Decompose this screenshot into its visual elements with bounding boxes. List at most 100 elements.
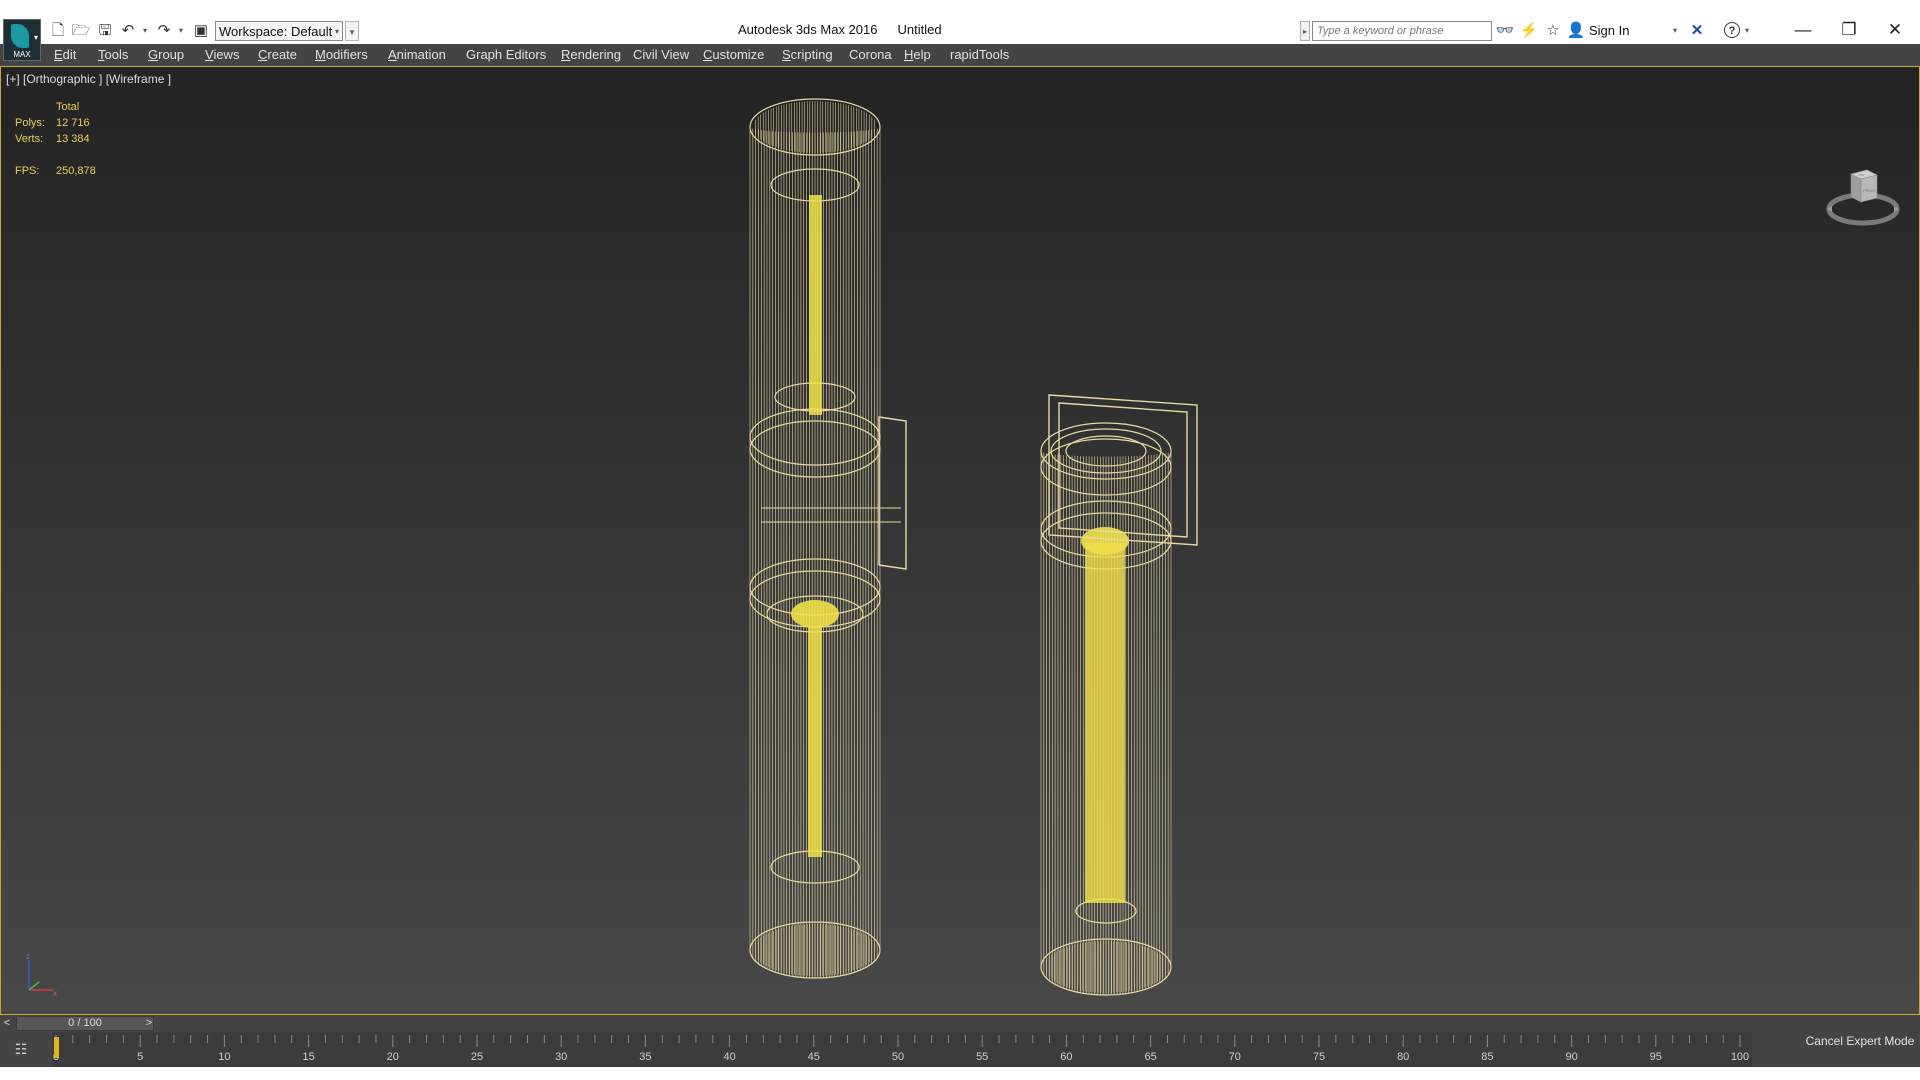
timeline-tick-label: 60 (1060, 1051, 1072, 1063)
timeline-tick-label: 10 (218, 1051, 230, 1063)
save-icon[interactable]: 🖫 (95, 21, 115, 41)
application-menu-button[interactable]: ▾ MAX (3, 19, 41, 61)
undo-dropdown-icon[interactable]: ▾ (140, 21, 150, 41)
max-logo-icon (11, 24, 29, 48)
menu-views[interactable]: Views (205, 44, 239, 66)
sign-in-link[interactable]: Sign In (1589, 21, 1629, 41)
stats-polys-label: Polys: (15, 117, 45, 129)
timeline-tick-label: 75 (1313, 1051, 1325, 1063)
status-strip (0, 1067, 1920, 1080)
document-title: Untitled (897, 22, 942, 37)
timeline-tick-label: 95 (1650, 1051, 1662, 1063)
minimize-button[interactable]: — (1780, 14, 1826, 46)
scene-wireframe (749, 98, 1198, 996)
chevron-down-icon: ▾ (33, 33, 38, 42)
close-button[interactable]: ✕ (1872, 14, 1918, 46)
project-folder-icon[interactable]: ▣ (191, 21, 211, 41)
undo-icon[interactable]: ↶ (118, 21, 138, 41)
left-bulb-upper (809, 195, 822, 415)
menu-help[interactable]: Help (904, 44, 931, 66)
timeline-tick-label: 70 (1229, 1051, 1241, 1063)
new-file-icon[interactable]: 🗋 (48, 21, 68, 41)
menu-group[interactable]: Group (148, 44, 184, 66)
redo-icon[interactable]: ↷ (154, 21, 174, 41)
viewcube-icon[interactable]: TOP FRONT (1823, 162, 1903, 232)
stats-fps-label: FPS: (15, 165, 40, 177)
menu-scripting[interactable]: Scripting (782, 44, 833, 66)
axis-z-label: z (26, 952, 30, 961)
help-icon[interactable]: ? (1724, 22, 1740, 38)
help-dropdown-icon[interactable]: ▾ (1742, 21, 1752, 41)
viewcube-front-label: FRONT (1863, 188, 1877, 193)
track-bar: ☷ 05101520253035404550556065707580859095… (0, 1032, 1920, 1067)
user-icon: 👤 (1566, 22, 1586, 39)
viewport-label[interactable]: [+] [Orthographic ] [Wireframe ] (6, 72, 171, 86)
perspective-viewport[interactable]: [+] [Orthographic ] [Wireframe ] Total P… (0, 66, 1920, 1015)
open-icon[interactable]: 🗁 (71, 21, 91, 41)
max-logo-label: MAX (13, 50, 31, 59)
timeline-tick-label: 50 (892, 1051, 904, 1063)
stats-verts-value: 13 384 (56, 133, 90, 145)
app-name: Autodesk 3ds Max 2016 (738, 22, 878, 37)
mini-curve-editor-icon[interactable]: ☷ (10, 1039, 32, 1059)
menu-civil-view[interactable]: Civil View (633, 44, 689, 66)
timeline-tick-label: 35 (639, 1051, 651, 1063)
binoculars-icon[interactable]: 👓 (1495, 21, 1515, 41)
timeline-tick-label: 25 (471, 1051, 483, 1063)
exchange-icon[interactable]: ✕ (1687, 21, 1707, 41)
menu-corona[interactable]: Corona (849, 44, 892, 66)
search-expand-button[interactable]: ▸ (1300, 21, 1310, 41)
sign-in-dropdown-icon[interactable]: ▾ (1670, 21, 1680, 41)
stats-fps-value: 250,878 (56, 165, 96, 177)
timeline-tick-label: 80 (1397, 1051, 1409, 1063)
menu-rapidtools[interactable]: rapidTools (950, 44, 1009, 66)
timeline-tick-label: 85 (1481, 1051, 1493, 1063)
menu-edit[interactable]: Edit (54, 44, 76, 66)
previous-frame-button[interactable]: < (0, 1015, 14, 1032)
axis-x-label: x (53, 989, 57, 997)
menu-rendering[interactable]: Rendering (561, 44, 621, 66)
workspace-label: Workspace: Default (219, 24, 333, 39)
next-frame-button[interactable]: > (142, 1015, 156, 1032)
current-frame-marker[interactable] (54, 1037, 59, 1058)
community-icon[interactable]: ⚡ (1519, 21, 1539, 41)
timeline-tick-label: 15 (302, 1051, 314, 1063)
timeline-tick-label: 5 (137, 1051, 143, 1063)
workspace-dropdown[interactable]: Workspace: Default ▾ (215, 21, 343, 41)
left-wall-bracket (878, 416, 907, 570)
redo-dropdown-icon[interactable]: ▾ (176, 21, 186, 41)
menu-bar: Edit Tools Group Views Create Modifiers Animat… (0, 44, 1920, 67)
timeline-tick-label: 65 (1144, 1051, 1156, 1063)
stats-polys-value: 12 716 (56, 117, 90, 129)
axis-tripod-icon: z x (26, 952, 57, 997)
cancel-expert-mode-button[interactable]: Cancel Expert Mode (1800, 1015, 1920, 1067)
timeline-ticks: 0510152025303540455055606570758085909510… (53, 1035, 1749, 1063)
menu-modifiers[interactable]: Modifiers (315, 44, 368, 66)
time-slider[interactable]: < 0 / 100 > (0, 1015, 1800, 1032)
stats-verts-label: Verts: (15, 133, 44, 145)
track-bar-timeline[interactable]: 0510152025303540455055606570758085909510… (52, 1032, 1752, 1067)
viewcube-top-label: TOP (1858, 173, 1864, 177)
menu-graph-editors[interactable]: Graph Editors (466, 44, 546, 66)
time-slider-thumb[interactable]: 0 / 100 (16, 1016, 154, 1031)
menu-create[interactable]: Create (258, 44, 297, 66)
timeline-tick-label: 100 (1731, 1051, 1749, 1063)
menu-tools[interactable]: Tools (98, 44, 128, 66)
timeline-tick-label: 55 (976, 1051, 988, 1063)
restore-button[interactable]: ❐ (1826, 14, 1872, 46)
left-bulb-lower (808, 627, 822, 857)
timeline-tick-label: 20 (387, 1051, 399, 1063)
search-input[interactable] (1312, 21, 1492, 41)
stats-total-label: Total (56, 101, 80, 113)
timeline-tick-label: 30 (555, 1051, 567, 1063)
title-bar: ▾ MAX 🗋 🗁 🖫 ↶ ▾ ↷ ▾ ▣ Workspace: Default… (0, 0, 1920, 61)
right-bulb (1085, 543, 1125, 903)
customize-quick-access-button[interactable]: ▾ (345, 21, 359, 41)
left-bulb-glow (791, 600, 839, 628)
window-title: Autodesk 3ds Max 2016 Untitled (738, 22, 942, 37)
menu-animation[interactable]: Animation (388, 44, 446, 66)
timeline-tick-label: 90 (1565, 1051, 1577, 1063)
favorites-icon[interactable]: ☆ (1543, 21, 1563, 41)
menu-customize[interactable]: Customize (703, 44, 764, 66)
timeline-tick-label: 45 (808, 1051, 820, 1063)
